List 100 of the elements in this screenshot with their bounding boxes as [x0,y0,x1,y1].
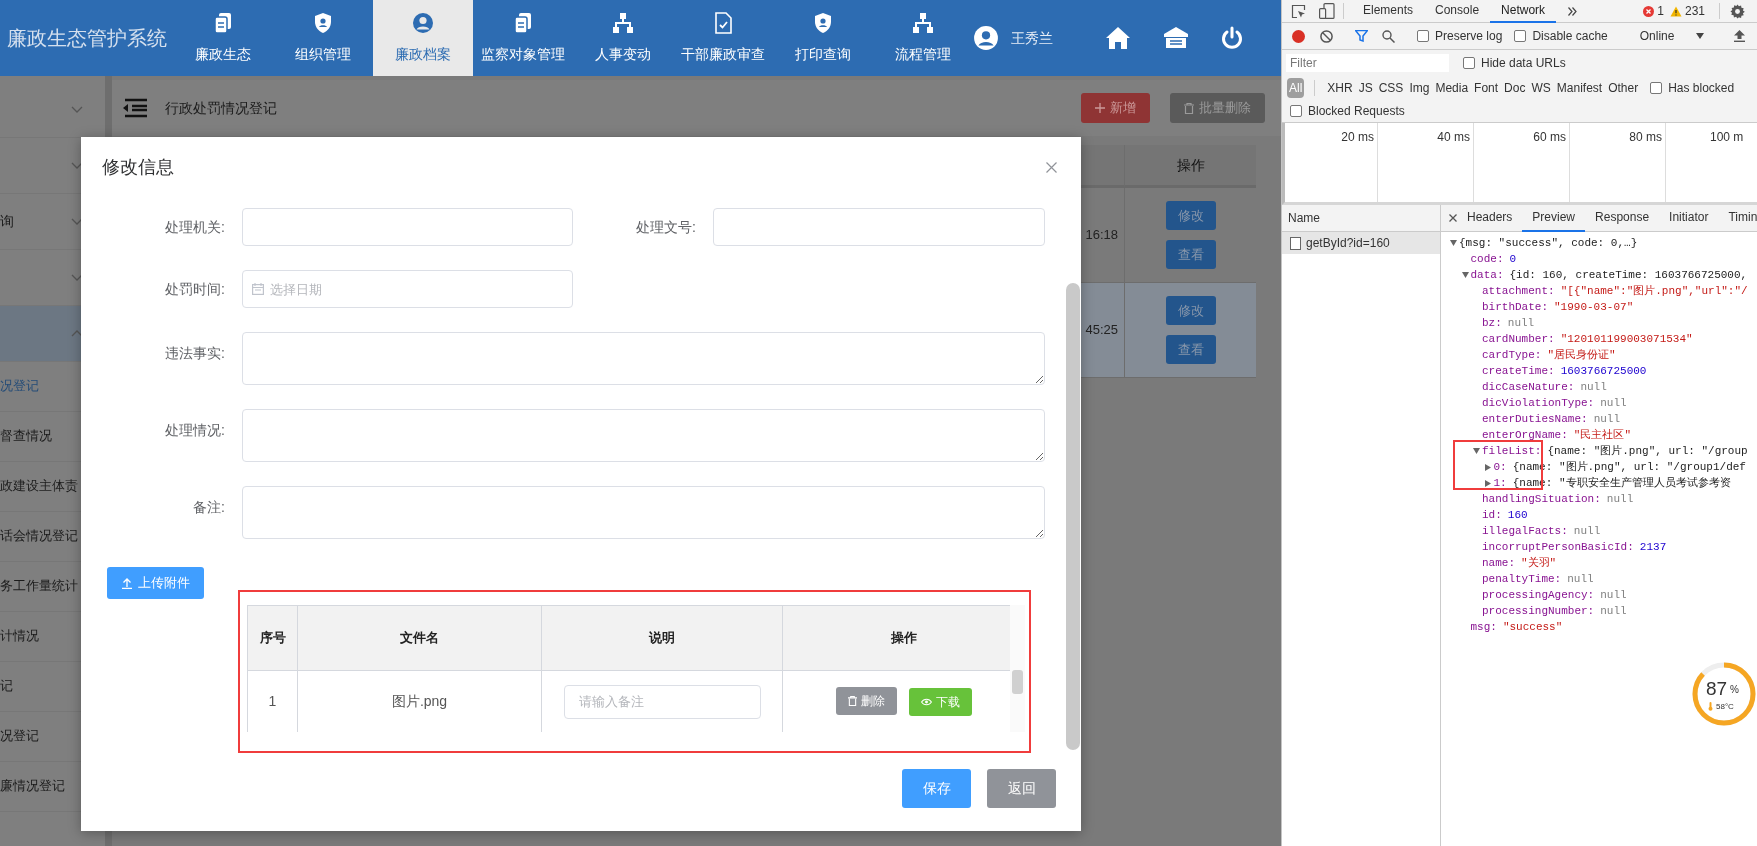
checkbox[interactable]: Preserve log [1417,27,1503,45]
avatar-icon[interactable] [973,25,999,51]
json-line: name: "关羽" [1482,555,1557,571]
detail-tab[interactable]: Initiator [1659,204,1719,232]
json-line: data: {id: 160, createTime: 1603766725000, [1470,267,1748,283]
detail-tab[interactable]: Preview [1522,204,1586,232]
close-icon[interactable] [1046,161,1057,173]
field-label: 处理文号: [635,218,697,237]
checkbox[interactable]: Disable cache [1514,27,1608,45]
detail-tab[interactable]: Timin [1718,204,1757,232]
sidebar-group-label: 询 [0,212,14,231]
timeline-tick: 60 ms [1533,130,1566,144]
json-line: bz: null [1482,315,1535,331]
chevron-down-icon [71,105,83,114]
nav-tab[interactable]: 廉政档案 [372,0,473,76]
type-filter[interactable]: Font [1472,78,1501,98]
person-circle-icon [410,11,435,35]
settings-icon[interactable] [1730,3,1745,19]
trash-icon [1184,102,1194,114]
upload-icon[interactable] [1734,30,1746,42]
type-filter[interactable]: Manifest [1554,78,1605,98]
json-line: fileList: {name: "图片.png", url: "/group [1482,443,1748,459]
request-name: getById?id=160 [1306,235,1390,252]
more-tabs-icon[interactable] [1568,6,1578,16]
field-label: 处理机关: [164,218,226,237]
nav-tab[interactable]: 人事变动 [572,0,673,76]
error-count: 1 [1657,3,1664,20]
input-field[interactable] [242,208,573,246]
type-filter[interactable]: JS [1356,78,1375,98]
clear-icon[interactable] [1320,29,1333,43]
input-field[interactable] [713,208,1045,246]
nav-tab[interactable]: 干部廉政审查 [672,0,773,76]
timeline-tick: 100 m [1710,130,1744,144]
device-icon[interactable] [1319,3,1335,19]
save-button[interactable]: 保存 [902,769,971,808]
nav-tab[interactable]: 流程管理 [873,0,973,76]
json-line: incorruptPersonBasicId: 2137 [1482,539,1667,555]
caret-icon [1696,33,1705,39]
checkbox[interactable]: Blocked Requests [1290,102,1405,120]
scrollbar-thumb[interactable] [1012,670,1024,694]
detail-tab[interactable]: Headers [1457,204,1523,232]
power-icon[interactable] [1221,26,1243,50]
nav-tab[interactable]: 监察对象管理 [472,0,573,76]
column-header: 文件名 [297,605,542,671]
eye-icon [921,698,932,707]
checkbox[interactable]: Has blocked [1650,79,1735,97]
expanded-triangle-icon[interactable] [1473,448,1480,454]
filter-field[interactable]: Filter [1286,54,1449,72]
delete-button[interactable]: 删除 [836,687,897,716]
json-line: msg: "success" [1470,619,1563,635]
expanded-triangle-icon[interactable] [1461,272,1469,278]
temperature-reading: 58°C [1716,703,1734,711]
type-filter[interactable]: CSS [1376,78,1406,98]
close-icon[interactable] [1449,214,1457,222]
panel-tab[interactable]: Console [1424,0,1491,23]
type-filter[interactable]: XHR [1325,78,1355,98]
type-filter[interactable]: Img [1407,78,1432,98]
type-filter[interactable]: WS [1529,78,1553,98]
expanded-triangle-icon[interactable] [1450,240,1457,246]
filter-icon[interactable] [1355,30,1368,42]
json-line: illegalFacts: null [1482,523,1601,539]
nav-tab[interactable]: 廉政生态 [172,0,273,76]
panel-tab[interactable]: Elements [1352,0,1425,23]
building-icon[interactable] [1163,26,1189,50]
plus-icon [1095,103,1105,113]
type-filter[interactable]: Doc [1502,78,1528,98]
scrollbar-thumb[interactable] [1066,283,1080,750]
add-button[interactable]: 新增 [1081,93,1150,123]
column-header: 操作 [1124,145,1256,188]
hierarchy-icon [610,11,635,35]
detail-tab[interactable]: Response [1585,204,1660,232]
json-line: attachment: "[{"name":"图片.png","url":"/ [1482,283,1748,299]
search-icon[interactable] [1382,29,1395,43]
error-icon[interactable] [1643,5,1655,17]
nav-tab[interactable]: 组织管理 [272,0,373,76]
column-header: 序号 [247,605,298,671]
field-label: 违法事实: [164,344,226,363]
menu-fold-icon[interactable] [122,98,148,118]
trash-icon [848,696,857,707]
inspect-icon[interactable] [1291,3,1306,19]
type-filter[interactable]: Media [1433,78,1471,98]
field-label: 处罚时间: [164,280,226,299]
table-cell: 1 [247,670,298,732]
date-field[interactable]: 选择日期 [242,270,573,308]
collapsed-triangle-icon[interactable] [1484,479,1491,487]
warning-icon[interactable] [1669,5,1682,17]
collapsed-triangle-icon[interactable] [1484,463,1491,471]
note-field[interactable]: 请输入备注 [563,684,761,719]
throttle-dropdown[interactable]: Online [1633,27,1711,45]
column-header: 操作 [782,605,1011,671]
nav-tab[interactable]: 打印查询 [773,0,873,76]
home-icon[interactable] [1105,26,1131,50]
checkbox[interactable]: Hide data URLs [1463,54,1566,72]
type-filter[interactable]: Other [1606,78,1641,98]
record-icon[interactable] [1292,29,1305,43]
upload-button[interactable]: 上传附件 [107,567,204,599]
json-line: enterOrgName: "民主社区" [1482,427,1632,443]
gauge-value: 87 [1706,679,1728,698]
request-row[interactable]: getById?id=160 [1282,232,1440,254]
back-button[interactable]: 返回 [987,769,1056,808]
